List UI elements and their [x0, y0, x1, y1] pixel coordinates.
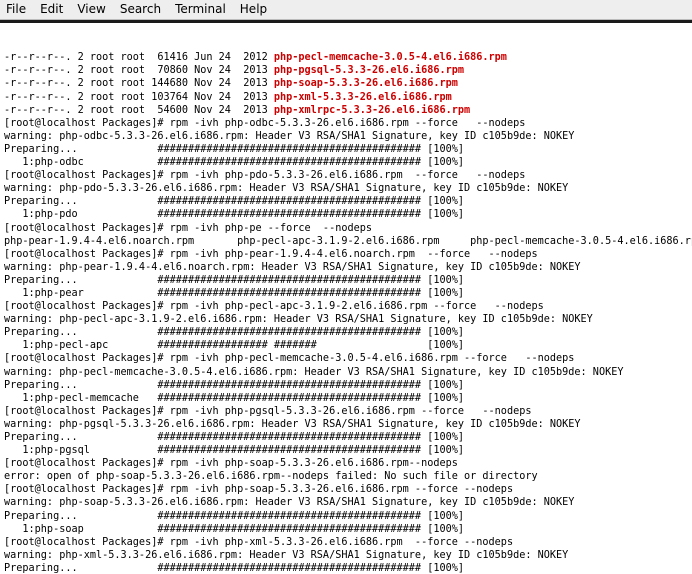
terminal-line: [root@localhost Packages]# rpm -ivh php-…: [4, 169, 688, 182]
terminal-line: Preparing... ###########################…: [4, 562, 688, 574]
terminal-line: 1:php-soap #############################…: [4, 523, 688, 536]
rpm-filename: php-xml-5.3.3-26.el6.i686.rpm: [274, 92, 452, 103]
terminal-line: -r--r--r--. 2 root root 70860 Nov 24 201…: [4, 64, 688, 77]
terminal-line: [root@localhost Packages]# rpm -ivh php-…: [4, 483, 688, 496]
terminal-line: Preparing... ###########################…: [4, 510, 688, 523]
menu-help[interactable]: Help: [240, 3, 267, 16]
terminal-line: -r--r--r--. 2 root root 103764 Nov 24 20…: [4, 91, 688, 104]
menu-terminal[interactable]: Terminal: [175, 3, 226, 16]
menu-edit[interactable]: Edit: [40, 3, 63, 16]
menu-view[interactable]: View: [77, 3, 105, 16]
terminal-line: Preparing... ###########################…: [4, 431, 688, 444]
terminal-line: warning: php-xml-5.3.3-26.el6.i686.rpm: …: [4, 549, 688, 562]
terminal-line: [root@localhost Packages]# rpm -ivh php-…: [4, 117, 688, 130]
terminal-line: [root@localhost Packages]# rpm -ivh php-…: [4, 222, 688, 235]
terminal-line: warning: php-odbc-5.3.3-26.el6.i686.rpm:…: [4, 130, 688, 143]
rpm-filename: php-xmlrpc-5.3.3-26.el6.i686.rpm: [274, 105, 470, 116]
terminal-line: warning: php-soap-5.3.3-26.el6.i686.rpm:…: [4, 496, 688, 509]
terminal-line: Preparing... ###########################…: [4, 274, 688, 287]
terminal-line: 1:php-pear #############################…: [4, 287, 688, 300]
terminal-line: [root@localhost Packages]# rpm -ivh php-…: [4, 405, 688, 418]
terminal-line: [root@localhost Packages]# rpm -ivh php-…: [4, 457, 688, 470]
terminal-line: -r--r--r--. 2 root root 144680 Nov 24 20…: [4, 77, 688, 90]
terminal-line: warning: php-pecl-memcache-3.0.5-4.el6.i…: [4, 366, 688, 379]
terminal-line: 1:php-pgsql ############################…: [4, 444, 688, 457]
terminal-line: [root@localhost Packages]# rpm -ivh php-…: [4, 352, 688, 365]
terminal-line: 1:php-pdo ##############################…: [4, 208, 688, 221]
terminal-line: warning: php-pgsql-5.3.3-26.el6.i686.rpm…: [4, 418, 688, 431]
menu-search[interactable]: Search: [120, 3, 161, 16]
terminal-line: Preparing... ###########################…: [4, 326, 688, 339]
rpm-filename: php-pecl-memcache-3.0.5-4.el6.i686.rpm: [274, 52, 507, 63]
terminal-output[interactable]: sdn.net/YD16_38381416136 -r--r--r--. 2 r…: [0, 23, 692, 574]
terminal-line: -r--r--r--. 2 root root 61416 Jun 24 201…: [4, 51, 688, 64]
terminal-line: 1:php-pecl-apc ################## ######…: [4, 339, 688, 352]
terminal-line: warning: php-pdo-5.3.3-26.el6.i686.rpm: …: [4, 182, 688, 195]
terminal-line: Preparing... ###########################…: [4, 379, 688, 392]
terminal-line: warning: php-pear-1.9.4-4.el6.noarch.rpm…: [4, 261, 688, 274]
terminal-line: Preparing... ###########################…: [4, 195, 688, 208]
terminal-line: Preparing... ###########################…: [4, 143, 688, 156]
terminal-line: -r--r--r--. 2 root root 54600 Nov 24 201…: [4, 104, 688, 117]
terminal-line: 1:php-pecl-memcache ####################…: [4, 392, 688, 405]
terminal-line: php-pear-1.9.4-4.el6.noarch.rpm php-pecl…: [4, 235, 688, 248]
terminal-line: error: open of php-soap-5.3.3-26.el6.i68…: [4, 470, 688, 483]
rpm-filename: php-soap-5.3.3-26.el6.i686.rpm: [274, 78, 458, 89]
menu-file[interactable]: File: [6, 3, 26, 16]
terminal-line: warning: php-pecl-apc-3.1.9-2.el6.i686.r…: [4, 313, 688, 326]
terminal-line: 1:php-odbc #############################…: [4, 156, 688, 169]
terminal-line: [root@localhost Packages]# rpm -ivh php-…: [4, 300, 688, 313]
rpm-filename: php-pgsql-5.3.3-26.el6.i686.rpm: [274, 65, 464, 76]
terminal-line: [root@localhost Packages]# rpm -ivh php-…: [4, 536, 688, 549]
menu-bar[interactable]: File Edit View Search Terminal Help: [0, 0, 692, 20]
terminal-line: [root@localhost Packages]# rpm -ivh php-…: [4, 248, 688, 261]
